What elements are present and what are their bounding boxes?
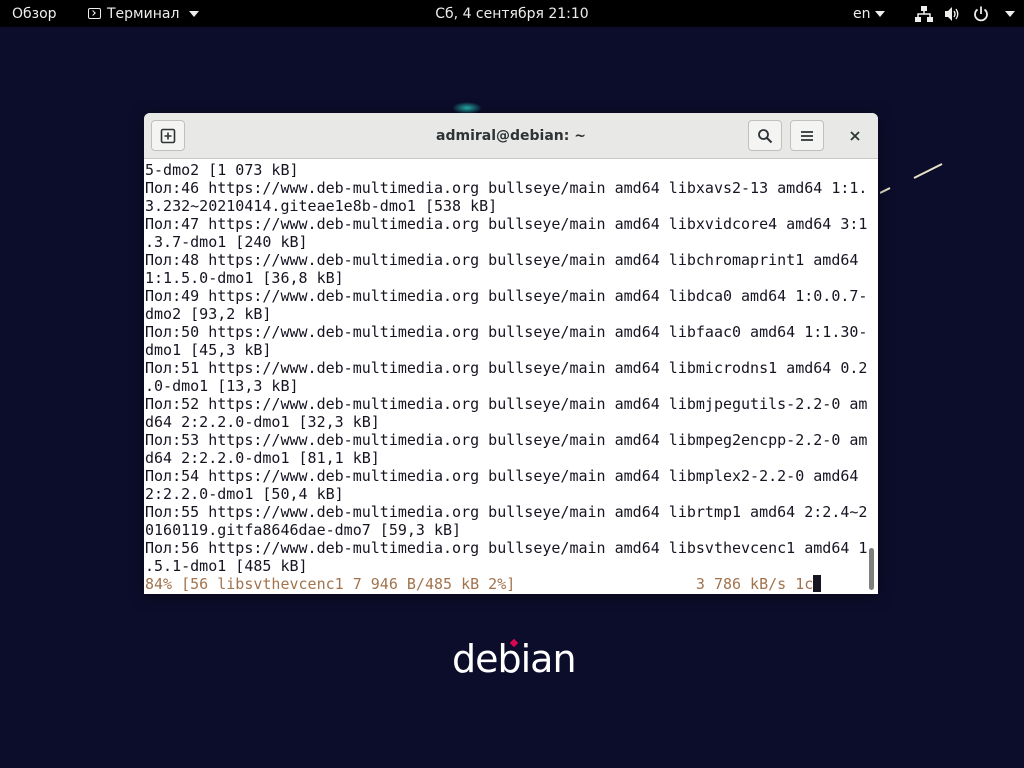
- terminal-progress-line: 84% [56 libsvthevcenc1 7 946 B/485 kB 2%…: [145, 575, 867, 593]
- power-icon: [974, 6, 988, 21]
- new-tab-button[interactable]: [151, 120, 185, 151]
- menu-button[interactable]: [790, 120, 824, 151]
- terminal-content[interactable]: 5-dmo2 [1 073 kB] Пол:46 https://www.deb-…: [144, 160, 878, 594]
- terminal-line: .3.7-dmo1 [240 kB]: [145, 233, 308, 251]
- terminal-line: .0-dmo1 [13,3 kB]: [145, 377, 299, 395]
- chevron-down-icon: [189, 10, 200, 17]
- terminal-line: Пол:54 https://www.deb-multimedia.org bu…: [145, 467, 859, 485]
- top-bar: Обзор Терминал Сб, 4 сентября 21:10 en: [0, 0, 1024, 27]
- search-icon: [758, 128, 773, 143]
- language-selector[interactable]: en: [853, 0, 885, 27]
- activities-label: Обзор: [12, 5, 57, 22]
- terminal-line: Пол:55 https://www.deb-multimedia.org bu…: [145, 503, 868, 521]
- terminal-line: Пол:48 https://www.deb-multimedia.org bu…: [145, 251, 859, 269]
- terminal-output: 5-dmo2 [1 073 kB] Пол:46 https://www.deb-…: [145, 161, 867, 593]
- clock-button[interactable]: Сб, 4 сентября 21:10: [435, 6, 588, 22]
- app-menu-label: Терминал: [107, 5, 180, 22]
- terminal-cursor: [813, 575, 822, 592]
- terminal-line: d64 2:2.2.0-dmo1 [32,3 kB]: [145, 413, 380, 431]
- volume-icon: [945, 6, 959, 21]
- terminal-line: Пол:49 https://www.deb-multimedia.org bu…: [145, 287, 868, 305]
- system-menu[interactable]: [915, 0, 1015, 27]
- app-menu[interactable]: Терминал: [88, 0, 200, 27]
- chevron-down-icon: [874, 10, 885, 17]
- terminal-line: Пол:52 https://www.deb-multimedia.org bu…: [145, 395, 868, 413]
- desktop-wallpaper-streak: [880, 163, 943, 194]
- new-tab-icon: [160, 128, 176, 143]
- terminal-line: Пол:50 https://www.deb-multimedia.org bu…: [145, 323, 868, 341]
- debian-logo: debian: [452, 634, 577, 684]
- terminal-line: Пол:53 https://www.deb-multimedia.org bu…: [145, 431, 868, 449]
- terminal-line: 3.232~20210414.giteae1e8b-dmo1 [538 kB]: [145, 197, 498, 215]
- terminal-line: Пол:56 https://www.deb-multimedia.org bu…: [145, 539, 868, 557]
- search-button[interactable]: [748, 120, 782, 151]
- terminal-line: d64 2:2.2.0-dmo1 [81,1 kB]: [145, 449, 380, 467]
- terminal-line: dmo1 [45,3 kB]: [145, 341, 272, 359]
- network-icon: [915, 5, 933, 22]
- progress-text: 84% [56 libsvthevcenc1 7 946 B/485 kB 2%…: [145, 575, 814, 593]
- terminal-line: 2:2.2.0-dmo1 [50,4 kB]: [145, 485, 344, 503]
- chevron-down-icon: [1005, 10, 1015, 17]
- terminal-line: .5.1-dmo1 [485 kB]: [145, 557, 308, 575]
- hamburger-menu-icon: [801, 130, 813, 141]
- activities-button[interactable]: Обзор: [12, 0, 57, 27]
- terminal-line: dmo2 [93,2 kB]: [145, 305, 272, 323]
- terminal-line: 0160119.gitfa8646dae-dmo7 [59,3 kB]: [145, 521, 462, 539]
- terminal-line: Пол:47 https://www.deb-multimedia.org bu…: [145, 215, 868, 233]
- terminal-icon: [88, 8, 101, 19]
- window-headerbar[interactable]: admiral@debian: ~: [144, 113, 878, 159]
- scrollbar-thumb[interactable]: [869, 548, 874, 590]
- terminal-line: 1:1.5.0-dmo1 [36,8 kB]: [145, 269, 344, 287]
- close-button[interactable]: [839, 120, 870, 151]
- terminal-line: Пол:51 https://www.deb-multimedia.org bu…: [145, 359, 868, 377]
- language-label: en: [853, 5, 871, 22]
- terminal-line: 5-dmo2 [1 073 kB]: [145, 161, 299, 179]
- terminal-window: admiral@debian: ~ 5-dmo2 [1 073 kB] Пол:4…: [144, 113, 878, 594]
- close-icon: [849, 130, 860, 141]
- terminal-line: Пол:46 https://www.deb-multimedia.org bu…: [145, 179, 868, 197]
